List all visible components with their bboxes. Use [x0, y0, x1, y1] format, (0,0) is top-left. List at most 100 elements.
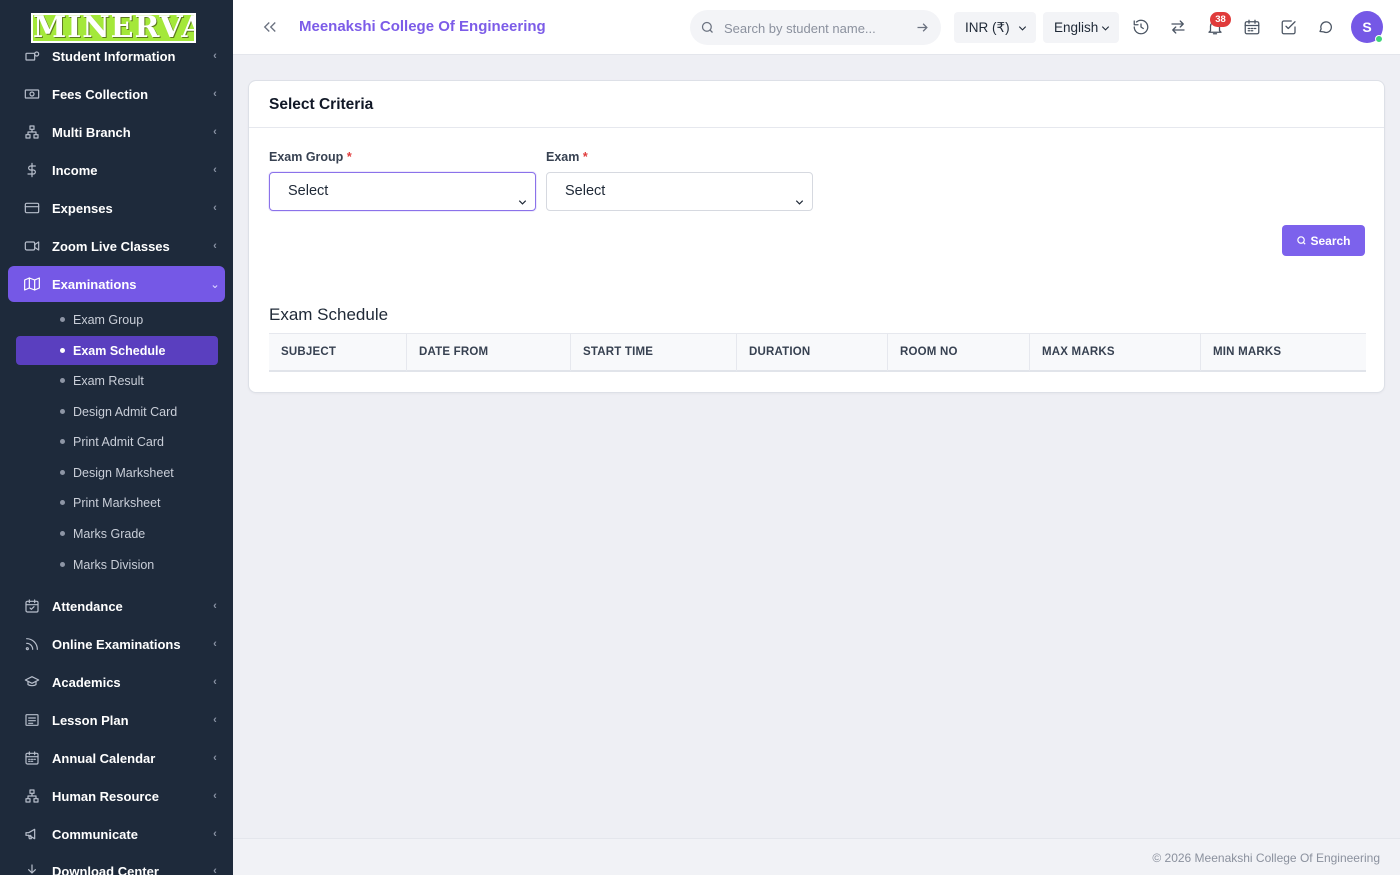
sub-item-design-marksheet[interactable]: Design Marksheet: [16, 458, 218, 487]
exam-group-label-text: Exam Group: [269, 150, 344, 164]
history-icon[interactable]: [1132, 18, 1150, 36]
sub-item-label: Print Marksheet: [73, 495, 161, 510]
sidebar-item-fees-collection[interactable]: Fees Collection ‹: [8, 76, 225, 112]
sidebar-collapse-icon[interactable]: [261, 18, 279, 36]
chevron-left-icon: ‹: [213, 126, 217, 138]
logo[interactable]: MINERVA: [31, 13, 196, 43]
exam-schedule-table-header: SUBJECT DATE FROM START TIME DURATION RO…: [269, 333, 1366, 372]
chevron-down-icon: [517, 186, 528, 205]
chevron-left-icon: ‹: [213, 50, 217, 62]
column-header-room-no[interactable]: ROOM NO: [887, 334, 1029, 371]
top-header: Meenakshi College Of Engineering INR (₹)…: [233, 0, 1400, 55]
bullet-icon: [60, 439, 65, 444]
sub-item-exam-result[interactable]: Exam Result: [16, 366, 218, 395]
sidebar-item-online-examinations[interactable]: Online Examinations ‹: [8, 626, 225, 662]
chevron-left-icon: ‹: [213, 828, 217, 840]
chat-icon[interactable]: [1317, 18, 1335, 36]
sub-item-exam-group[interactable]: Exam Group: [16, 305, 218, 334]
sub-item-label: Design Marksheet: [73, 465, 174, 480]
exam-value: Select: [565, 183, 606, 199]
chevron-down-icon: ⌄: [210, 278, 220, 291]
chevron-left-icon: ‹: [213, 164, 217, 176]
exam-group-select[interactable]: Select: [269, 172, 536, 211]
footer: © 2026 Meenakshi College Of Engineering: [233, 838, 1400, 875]
exam-group-value: Select: [288, 183, 329, 199]
logo-area: MINERVA: [0, 0, 233, 44]
arrow-right-icon[interactable]: [915, 20, 930, 35]
sub-item-label: Exam Result: [73, 373, 144, 388]
exam-label-text: Exam: [546, 150, 580, 164]
sub-item-label: Marks Division: [73, 557, 155, 572]
graduation-cap-icon: [8, 674, 52, 690]
bullet-icon: [60, 348, 65, 353]
sub-item-label: Design Admit Card: [73, 404, 178, 419]
bullet-icon: [60, 562, 65, 567]
sidebar-item-label: Expenses: [52, 200, 113, 216]
swap-icon[interactable]: [1169, 18, 1187, 36]
chevron-left-icon: ‹: [213, 676, 217, 688]
dollar-icon: [8, 162, 52, 178]
student-info-icon: [8, 48, 52, 64]
sidebar-item-label: Income: [52, 162, 98, 178]
exam-select[interactable]: Select: [546, 172, 813, 211]
sidebar-item-academics[interactable]: Academics ‹: [8, 664, 225, 700]
notification-badge: 38: [1210, 12, 1231, 27]
sub-item-design-admit-card[interactable]: Design Admit Card: [16, 397, 218, 426]
sub-item-label: Exam Schedule: [73, 343, 166, 358]
sidebar-item-label: Multi Branch: [52, 124, 131, 140]
sidebar-item-human-resource[interactable]: Human Resource ‹: [8, 778, 225, 814]
sub-item-print-admit-card[interactable]: Print Admit Card: [16, 427, 218, 456]
chevron-left-icon: ‹: [213, 638, 217, 650]
search-input[interactable]: [724, 18, 904, 38]
sidebar-item-examinations[interactable]: Examinations ⌄: [8, 266, 225, 302]
map-icon: [8, 276, 52, 292]
calendar-icon[interactable]: [1243, 18, 1261, 36]
column-header-min-marks[interactable]: MIN MARKS: [1200, 334, 1366, 371]
select-criteria-card: Select Criteria Exam Group * Select Exam…: [248, 80, 1385, 393]
chevron-left-icon: ‹: [213, 240, 217, 252]
list-icon: [8, 712, 52, 728]
sidebar-item-download-center[interactable]: Download Center ‹: [8, 853, 225, 875]
download-icon: [8, 863, 52, 875]
sidebar-item-multi-branch[interactable]: Multi Branch ‹: [8, 114, 225, 150]
bullet-icon: [60, 378, 65, 383]
column-header-subject[interactable]: SUBJECT: [269, 334, 406, 371]
exam-group-label: Exam Group *: [269, 150, 352, 164]
sidebar-item-attendance[interactable]: Attendance ‹: [8, 588, 225, 624]
bullet-icon: [60, 500, 65, 505]
chevron-left-icon: ‹: [213, 865, 217, 875]
language-select[interactable]: English: [1043, 12, 1119, 43]
column-header-duration[interactable]: DURATION: [736, 334, 887, 371]
column-header-max-marks[interactable]: MAX MARKS: [1029, 334, 1200, 371]
college-name[interactable]: Meenakshi College Of Engineering: [299, 18, 546, 35]
sidebar-item-label: Lesson Plan: [52, 712, 129, 728]
chevron-left-icon: ‹: [213, 600, 217, 612]
sidebar-item-label: Download Center: [52, 863, 159, 875]
sidebar-item-label: Zoom Live Classes: [52, 238, 170, 254]
currency-value: INR (₹): [965, 19, 1010, 35]
language-value: English: [1054, 20, 1099, 35]
chevron-left-icon: ‹: [213, 790, 217, 802]
check-square-icon[interactable]: [1280, 18, 1298, 36]
column-header-start-time[interactable]: START TIME: [570, 334, 736, 371]
sub-item-print-marksheet[interactable]: Print Marksheet: [16, 488, 218, 517]
bullet-icon: [60, 470, 65, 475]
currency-select[interactable]: INR (₹): [954, 12, 1036, 43]
sidebar-item-communicate[interactable]: Communicate ‹: [8, 816, 225, 852]
sidebar-item-income[interactable]: Income ‹: [8, 152, 225, 188]
sub-item-label: Marks Grade: [73, 526, 146, 541]
column-header-date-from[interactable]: DATE FROM: [406, 334, 570, 371]
sidebar-item-expenses[interactable]: Expenses ‹: [8, 190, 225, 226]
sidebar-item-lesson-plan[interactable]: Lesson Plan ‹: [8, 702, 225, 738]
sidebar-item-label: Fees Collection: [52, 86, 149, 102]
sub-item-marks-grade[interactable]: Marks Grade: [16, 519, 218, 548]
sub-item-exam-schedule[interactable]: Exam Schedule: [16, 336, 218, 365]
chevron-left-icon: ‹: [213, 752, 217, 764]
sub-item-marks-division[interactable]: Marks Division: [16, 550, 218, 579]
sidebar-item-zoom-live-classes[interactable]: Zoom Live Classes ‹: [8, 228, 225, 264]
sidebar-item-annual-calendar[interactable]: Annual Calendar ‹: [8, 740, 225, 776]
search-button[interactable]: Search: [1282, 225, 1365, 256]
footer-copyright: © 2026 Meenakshi College Of Engineering: [1152, 851, 1380, 865]
search-button-label: Search: [1310, 233, 1351, 248]
exam-schedule-title: Exam Schedule: [269, 305, 389, 324]
